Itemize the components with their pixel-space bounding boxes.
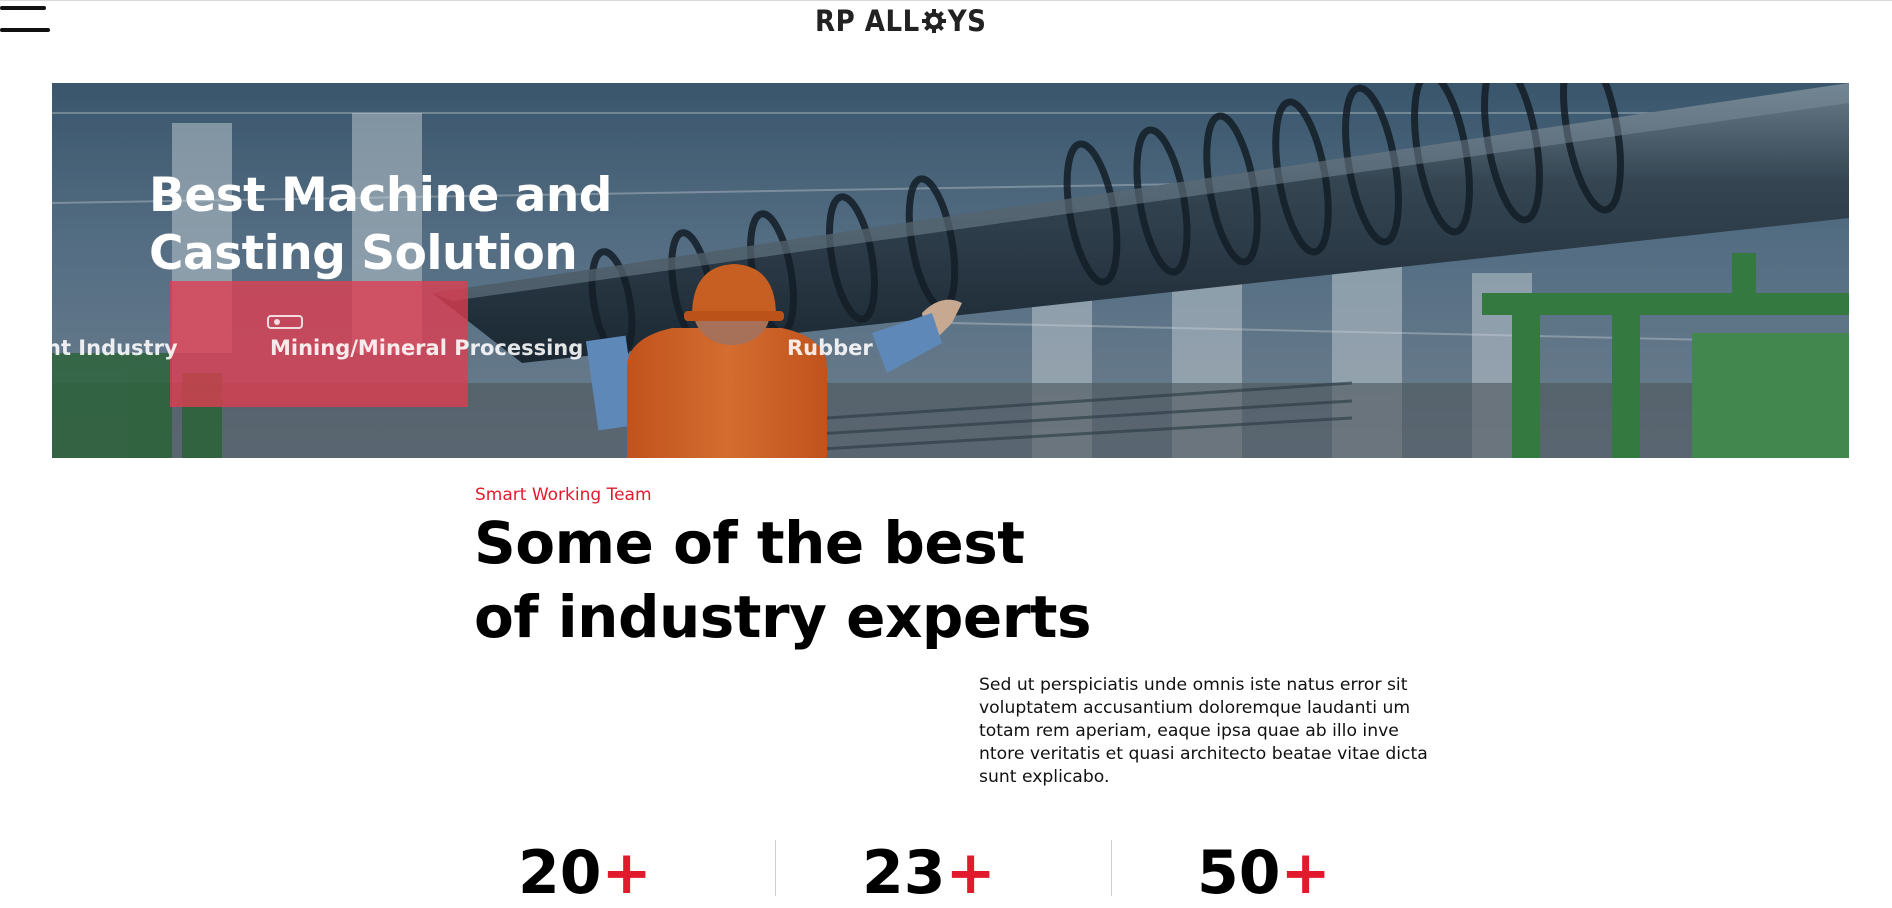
site-logo[interactable]: RP ALL YS: [815, 4, 986, 38]
ticker-item[interactable]: Mining/Mineral Processing: [270, 336, 583, 360]
stat-suffix: +: [945, 838, 996, 908]
stat-counter: 23+: [862, 838, 996, 908]
hero-title: Best Machine and Casting Solution: [149, 168, 612, 281]
industry-ticker: nt Industry Mining/Mineral Processing Ru…: [52, 336, 1849, 366]
stat-suffix: +: [1280, 838, 1331, 908]
ticker-item[interactable]: Rubber: [787, 336, 873, 360]
stat-value: 23: [862, 838, 946, 908]
hamburger-menu-icon[interactable]: [0, 6, 50, 36]
stat-counter: 50+: [1197, 838, 1331, 908]
menu-line: [0, 6, 46, 10]
gear-icon: [921, 9, 946, 33]
menu-line: [0, 28, 50, 32]
top-border: [0, 0, 1892, 1]
ticker-item[interactable]: nt Industry: [52, 336, 178, 360]
logo-text-left: RP ALL: [815, 4, 920, 38]
hero-banner: nt Industry Mining/Mineral Processing Ru…: [52, 83, 1849, 458]
stat-counter: 20+: [518, 838, 652, 908]
logo-text-right: YS: [947, 4, 987, 38]
section-eyebrow: Smart Working Team: [475, 485, 652, 505]
section-heading: Some of the best of industry experts: [474, 509, 1092, 651]
stat-suffix: +: [601, 838, 652, 908]
industry-icon: [267, 315, 303, 329]
stat-divider: [775, 840, 776, 896]
stat-value: 20: [518, 838, 602, 908]
section-description: Sed ut perspiciatis unde omnis iste natu…: [979, 675, 1428, 787]
stat-divider: [1111, 840, 1112, 896]
stat-value: 50: [1197, 838, 1281, 908]
